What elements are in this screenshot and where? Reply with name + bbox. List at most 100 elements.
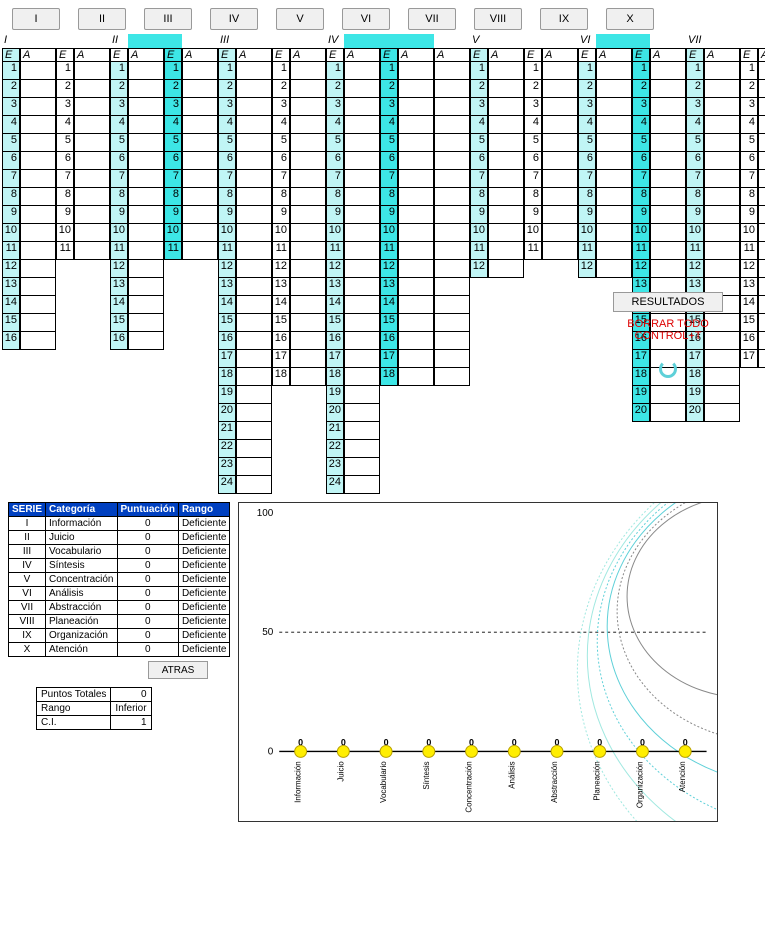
input-cell[interactable] [182, 188, 218, 206]
input-cell[interactable] [20, 134, 56, 152]
input-cell[interactable] [434, 332, 470, 350]
input-cell[interactable] [488, 134, 524, 152]
input-cell[interactable] [182, 134, 218, 152]
input-cell[interactable] [398, 170, 434, 188]
input-cell[interactable] [182, 80, 218, 98]
input-cell[interactable] [128, 224, 164, 242]
input-cell[interactable] [290, 62, 326, 80]
input-cell[interactable] [20, 332, 56, 350]
input-cell[interactable] [290, 332, 326, 350]
input-cell[interactable] [542, 80, 578, 98]
input-cell[interactable] [434, 80, 470, 98]
input-cell[interactable] [488, 62, 524, 80]
input-cell[interactable] [398, 134, 434, 152]
input-cell[interactable] [596, 134, 632, 152]
input-cell[interactable] [344, 80, 380, 98]
section-button-I[interactable]: I [12, 8, 60, 30]
input-cell[interactable] [236, 278, 272, 296]
input-cell[interactable] [236, 98, 272, 116]
input-cell[interactable] [236, 62, 272, 80]
input-cell[interactable] [758, 296, 765, 314]
input-cell[interactable] [344, 368, 380, 386]
input-cell[interactable] [596, 80, 632, 98]
input-cell[interactable] [488, 242, 524, 260]
input-cell[interactable] [290, 242, 326, 260]
input-cell[interactable] [236, 404, 272, 422]
input-cell[interactable] [398, 368, 434, 386]
input-cell[interactable] [344, 476, 380, 494]
input-cell[interactable] [434, 260, 470, 278]
input-cell[interactable] [236, 350, 272, 368]
input-cell[interactable] [20, 296, 56, 314]
input-cell[interactable] [128, 314, 164, 332]
input-cell[interactable] [128, 332, 164, 350]
input-cell[interactable] [650, 80, 686, 98]
input-cell[interactable] [704, 98, 740, 116]
input-cell[interactable] [542, 62, 578, 80]
input-cell[interactable] [650, 152, 686, 170]
input-cell[interactable] [758, 80, 765, 98]
input-cell[interactable] [344, 116, 380, 134]
input-cell[interactable] [596, 188, 632, 206]
input-cell[interactable] [434, 134, 470, 152]
input-cell[interactable] [704, 80, 740, 98]
input-cell[interactable] [128, 62, 164, 80]
input-cell[interactable] [20, 188, 56, 206]
input-cell[interactable] [434, 350, 470, 368]
input-cell[interactable] [434, 170, 470, 188]
input-cell[interactable] [236, 422, 272, 440]
input-cell[interactable] [542, 206, 578, 224]
input-cell[interactable] [596, 224, 632, 242]
input-cell[interactable] [182, 152, 218, 170]
input-cell[interactable] [542, 224, 578, 242]
input-cell[interactable] [290, 98, 326, 116]
input-cell[interactable] [20, 260, 56, 278]
input-cell[interactable] [344, 422, 380, 440]
input-cell[interactable] [290, 116, 326, 134]
input-cell[interactable] [290, 188, 326, 206]
input-cell[interactable] [758, 224, 765, 242]
input-cell[interactable] [20, 170, 56, 188]
input-cell[interactable] [290, 152, 326, 170]
input-cell[interactable] [650, 404, 686, 422]
section-button-III[interactable]: III [144, 8, 192, 30]
input-cell[interactable] [758, 332, 765, 350]
input-cell[interactable] [398, 80, 434, 98]
input-cell[interactable] [20, 278, 56, 296]
input-cell[interactable] [344, 206, 380, 224]
input-cell[interactable] [596, 116, 632, 134]
input-cell[interactable] [398, 116, 434, 134]
input-cell[interactable] [488, 98, 524, 116]
input-cell[interactable] [74, 242, 110, 260]
input-cell[interactable] [236, 116, 272, 134]
input-cell[interactable] [704, 206, 740, 224]
input-cell[interactable] [398, 296, 434, 314]
input-cell[interactable] [236, 332, 272, 350]
input-cell[interactable] [128, 134, 164, 152]
input-cell[interactable] [704, 62, 740, 80]
input-cell[interactable] [650, 134, 686, 152]
input-cell[interactable] [74, 206, 110, 224]
input-cell[interactable] [182, 116, 218, 134]
input-cell[interactable] [758, 62, 765, 80]
input-cell[interactable] [398, 98, 434, 116]
input-cell[interactable] [704, 260, 740, 278]
input-cell[interactable] [758, 134, 765, 152]
input-cell[interactable] [758, 98, 765, 116]
input-cell[interactable] [344, 170, 380, 188]
input-cell[interactable] [74, 62, 110, 80]
input-cell[interactable] [74, 152, 110, 170]
input-cell[interactable] [236, 476, 272, 494]
input-cell[interactable] [704, 116, 740, 134]
input-cell[interactable] [20, 224, 56, 242]
input-cell[interactable] [344, 134, 380, 152]
input-cell[interactable] [344, 188, 380, 206]
input-cell[interactable] [488, 152, 524, 170]
input-cell[interactable] [704, 404, 740, 422]
input-cell[interactable] [20, 206, 56, 224]
input-cell[interactable] [344, 332, 380, 350]
input-cell[interactable] [650, 206, 686, 224]
input-cell[interactable] [398, 332, 434, 350]
input-cell[interactable] [128, 170, 164, 188]
input-cell[interactable] [344, 440, 380, 458]
